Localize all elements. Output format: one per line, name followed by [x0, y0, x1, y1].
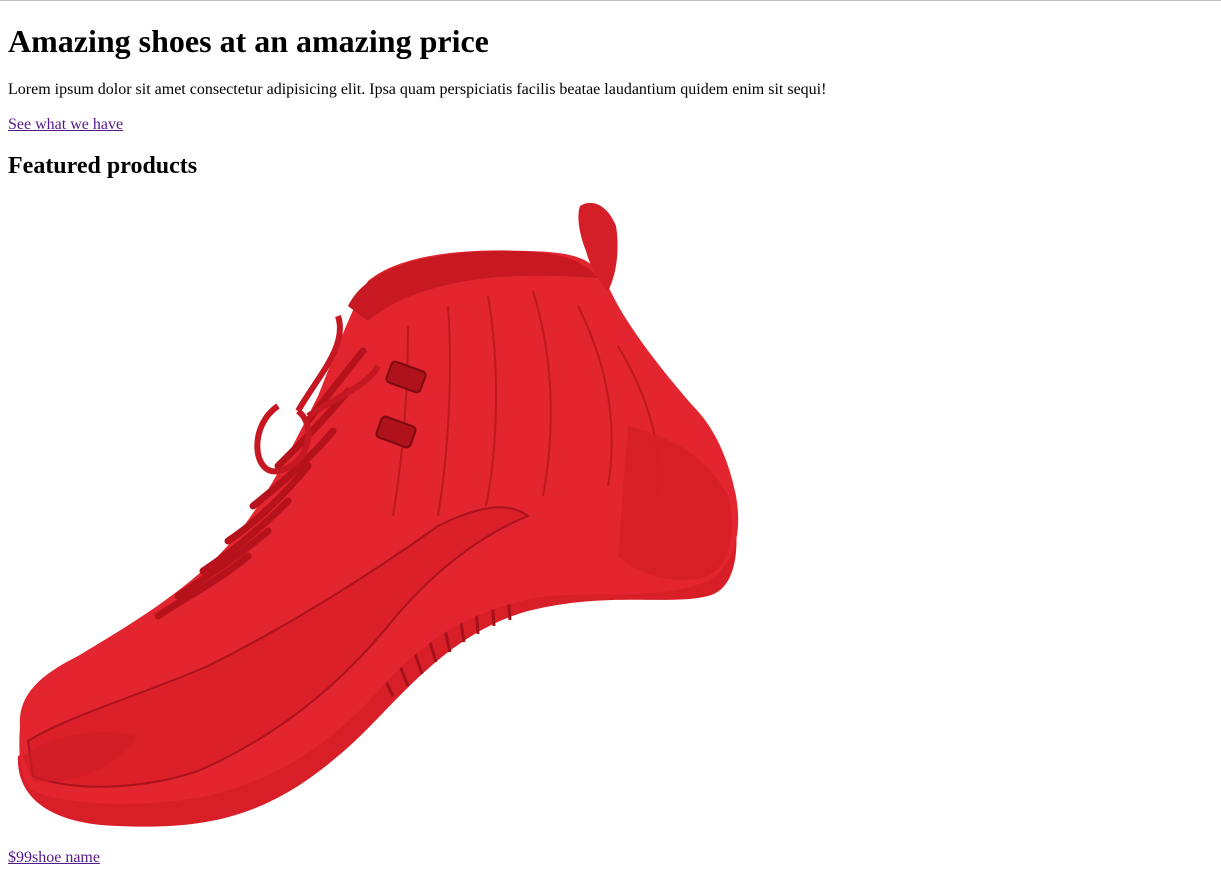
hero-title: Amazing shoes at an amazing price	[8, 23, 489, 59]
product-card: $99shoe name	[8, 196, 748, 874]
hero-description: Lorem ipsum dolor sit amet consectetur a…	[8, 81, 827, 98]
product-price: $99	[8, 849, 32, 866]
red-sneaker-image	[17, 202, 739, 827]
see-what-we-have-link[interactable]: See what we have	[8, 115, 123, 134]
top-border	[0, 0, 1221, 1]
product-name: shoe name	[32, 849, 100, 866]
featured-heading: Featured products	[8, 153, 198, 179]
product-link[interactable]: $99shoe name	[8, 848, 100, 867]
